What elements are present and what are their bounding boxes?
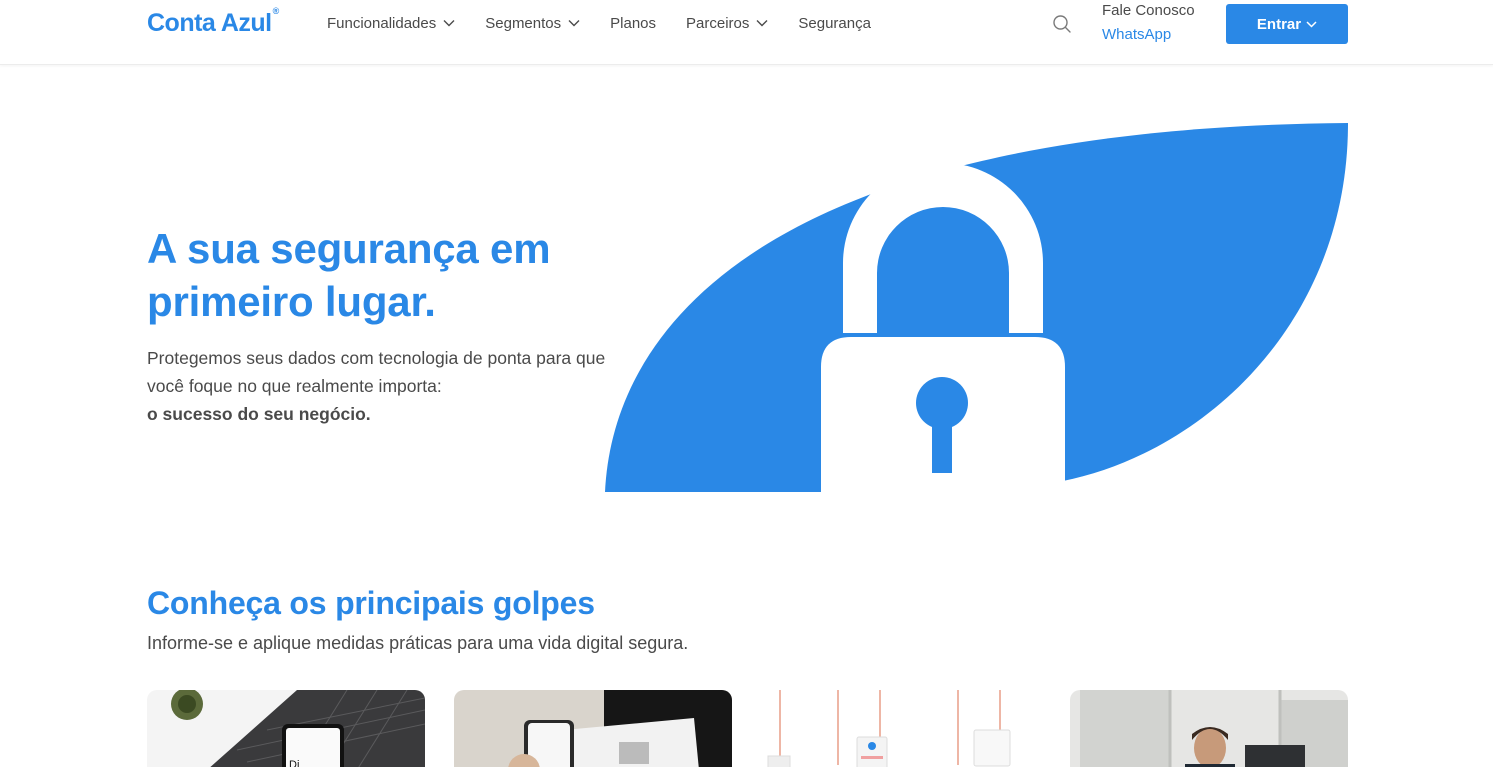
nav-item-seguranca[interactable]: Segurança — [798, 14, 871, 32]
hero-description: Protegemos seus dados com tecnologia de … — [147, 344, 617, 428]
search-button[interactable] — [1052, 14, 1072, 34]
scam-card[interactable]: Di — [147, 690, 425, 767]
scam-card[interactable] — [454, 690, 732, 767]
contact-block: Fale Conosco WhatsApp — [1102, 2, 1195, 43]
nav-item-parceiros[interactable]: Parceiros — [686, 14, 768, 32]
nav-item-label: Planos — [610, 14, 657, 32]
contact-label: Fale Conosco — [1102, 2, 1195, 19]
svg-text:Di: Di — [289, 759, 299, 767]
chevron-down-icon — [1306, 20, 1317, 28]
brand-registered-mark: ® — [272, 5, 280, 16]
nav-item-label: Parceiros — [686, 14, 750, 32]
section-subtitle: Informe-se e aplique medidas práticas pa… — [147, 633, 689, 653]
chevron-down-icon — [443, 20, 455, 27]
scam-card[interactable] — [1070, 690, 1348, 767]
main-nav: Funcionalidades Segmentos Planos Parceir… — [327, 14, 901, 32]
nav-item-label: Segmentos — [485, 14, 562, 32]
scam-card[interactable] — [762, 690, 1040, 767]
office-person-photo — [1070, 690, 1348, 767]
phishing-hooks-photo — [762, 690, 1040, 767]
brand-logo[interactable]: Conta Azul® — [147, 5, 280, 38]
laptop-phone-photo: Di — [147, 690, 425, 767]
top-navbar: Conta Azul® Funcionalidades Segmentos Pl… — [0, 0, 1493, 65]
whatsapp-link[interactable]: WhatsApp — [1102, 26, 1195, 43]
hero-lock-illustration — [605, 123, 1348, 492]
login-button[interactable]: Entrar — [1226, 4, 1348, 44]
nav-item-label: Segurança — [798, 14, 871, 32]
chevron-down-icon — [568, 20, 580, 27]
login-button-label: Entrar — [1256, 15, 1302, 33]
nav-item-segmentos[interactable]: Segmentos — [485, 14, 580, 32]
brand-name: Conta Azul — [147, 9, 272, 37]
nav-item-planos[interactable]: Planos — [610, 14, 656, 32]
section-title: Conheça os principais golpes — [147, 585, 595, 621]
chevron-down-icon — [756, 20, 768, 27]
scam-cards-row: Di — [147, 690, 1349, 767]
hero-description-text: Protegemos seus dados com tecnologia de … — [147, 348, 606, 396]
nav-item-label: Funcionalidades — [327, 14, 437, 32]
nav-item-funcionalidades[interactable]: Funcionalidades — [327, 14, 455, 32]
hero-description-strong: o sucesso do seu negócio. — [147, 404, 371, 424]
search-icon — [1053, 15, 1071, 33]
hero-title: A sua segurança em primeiro lugar. — [147, 225, 551, 325]
phone-document-photo — [454, 690, 732, 767]
